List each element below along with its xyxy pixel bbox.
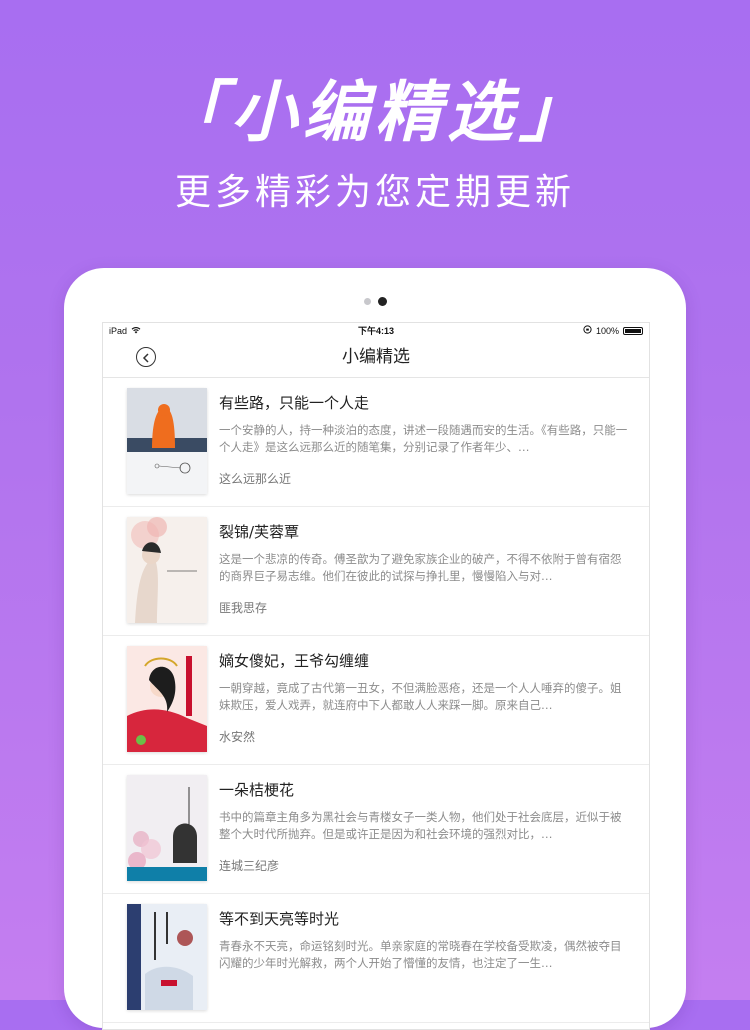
book-item[interactable]: 嫡女傻妃，王爷勾缠缠 一朝穿越，竟成了古代第一丑女，不但满脸恶疮，还是一个人人唾… — [103, 636, 649, 765]
book-description: 这是一个悲凉的传奇。傅圣歆为了避免家族企业的破产，不得不依附于曾有宿怨的商界巨子… — [219, 552, 622, 583]
book-title: 裂锦/芙蓉覃 — [219, 523, 300, 541]
book-cover[interactable] — [127, 775, 207, 881]
book-description: 一个安静的人，持一种淡泊的态度，讲述一段随遇而安的生活。《有些路，只能一个人走》… — [219, 423, 628, 454]
book-title: 有些路，只能一个人走 — [219, 394, 370, 412]
book-description: 一朝穿越，竟成了古代第一丑女，不但满脸恶疮，还是一个人人唾弃的傻子。姐妹欺压，爱… — [219, 681, 622, 712]
book-title: 嫡女傻妃，王爷勾缠缠 — [219, 652, 370, 670]
book-cover[interactable] — [127, 388, 207, 494]
promo-headline: 「小编精选」 — [159, 74, 591, 151]
book-description: 书中的篇章主角多为黑社会与青楼女子一类人物，他们处于社会底层，近似于被整个大时代… — [219, 810, 622, 841]
book-list: 有些路，只能一个人走 一个安静的人，持一种淡泊的态度，讲述一段随遇而安的生活。《… — [103, 378, 649, 1023]
book-cover[interactable] — [127, 517, 207, 623]
status-time: 下午4:13 — [357, 326, 394, 336]
book-cover[interactable] — [127, 904, 207, 1010]
book-author: 连城三纪彦 — [219, 859, 280, 873]
page-indicator — [64, 297, 686, 306]
book-author: 匪我思存 — [219, 601, 268, 615]
battery-icon — [623, 327, 643, 335]
orientation-lock-icon — [583, 323, 592, 339]
book-cover[interactable] — [127, 646, 207, 752]
book-item[interactable]: 有些路，只能一个人走 一个安静的人，持一种淡泊的态度，讲述一段随遇而安的生活。《… — [103, 378, 649, 507]
promo-subline: 更多精彩为您定期更新 — [174, 172, 575, 213]
book-author: 水安然 — [219, 730, 256, 744]
device-screen: iPad 下午4:13 100% 小编精选 有些路，只能一个人走 一个安静的人，… — [102, 322, 650, 1030]
book-item[interactable]: 一朵桔梗花 书中的篇章主角多为黑社会与青楼女子一类人物，他们处于社会底层，近似于… — [103, 765, 649, 894]
book-title: 等不到天亮等时光 — [219, 910, 340, 928]
book-item[interactable]: 等不到天亮等时光 青春永不天亮，命运铭刻时光。单亲家庭的常晓春在学校备受欺凌，偶… — [103, 894, 649, 1023]
book-title: 一朵桔梗花 — [219, 781, 295, 799]
status-bar: iPad 下午4:13 100% — [103, 323, 649, 339]
nav-bar: 小编精选 — [103, 339, 649, 378]
ipad-frame: iPad 下午4:13 100% 小编精选 有些路，只能一个人走 一个安静的人，… — [64, 268, 686, 1030]
battery-percent: 100% — [595, 326, 619, 336]
page-dot-active[interactable] — [377, 297, 387, 306]
page-dot[interactable] — [363, 298, 371, 305]
book-author: 这么远那么近 — [219, 472, 292, 486]
page-title: 小编精选 — [342, 347, 410, 367]
book-item[interactable]: 裂锦/芙蓉覃 这是一个悲凉的传奇。傅圣歆为了避免家族企业的破产，不得不依附于曾有… — [103, 507, 649, 636]
book-description: 青春永不天亮，命运铭刻时光。单亲家庭的常晓春在学校备受欺凌，偶然被夺目闪耀的少年… — [219, 939, 622, 970]
